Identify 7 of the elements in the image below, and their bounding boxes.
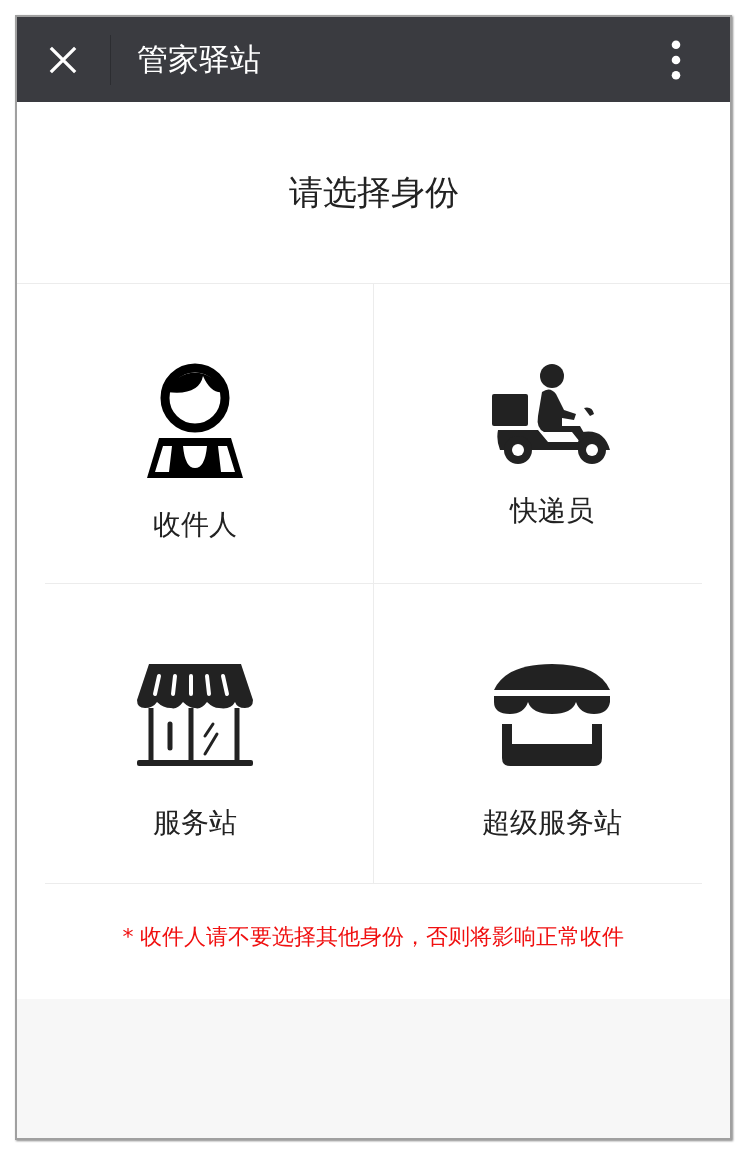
close-icon[interactable] — [48, 44, 78, 75]
storefront-icon — [135, 662, 255, 768]
menu-icon[interactable] — [671, 39, 681, 80]
window-title: 管家驿站 — [137, 39, 262, 79]
page-heading: 请选择身份 — [288, 170, 459, 214]
warning-note: * 收件人请不要选择其他身份，否则将影响正常收件 — [122, 923, 625, 951]
awning-icon — [492, 662, 612, 768]
